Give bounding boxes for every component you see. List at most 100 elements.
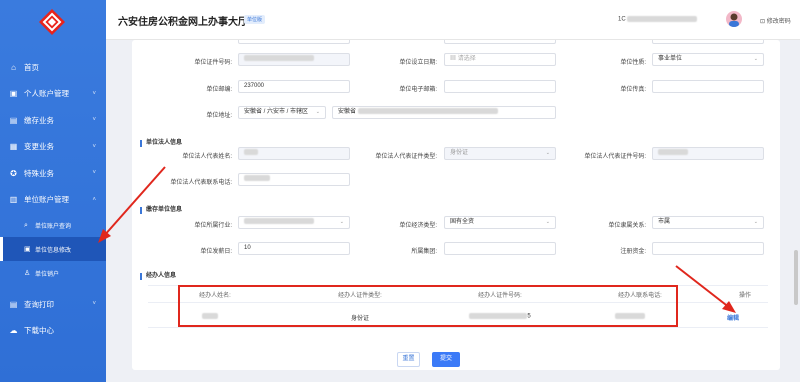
edit-link[interactable]: 编辑: [726, 313, 740, 322]
econ-type-select[interactable]: 国有全资 ⌄: [444, 216, 556, 229]
sidebar-item-deposit[interactable]: ▤ 缴存业务 ˅: [0, 107, 106, 134]
redacted-value: [244, 218, 314, 225]
gear-icon: ✪: [10, 168, 17, 178]
search-icon: ⌕: [24, 221, 28, 229]
group-field[interactable]: [444, 242, 556, 255]
chevron-down-icon: ˅: [92, 117, 96, 124]
sidebar-item-unit-close[interactable]: ♙ 单位销户: [0, 261, 106, 285]
lock-icon: ⊡: [760, 19, 766, 25]
partial-field: [238, 40, 350, 44]
address-region-select[interactable]: 安徽省 / 六安市 / 市辖区 ⌄: [238, 106, 326, 119]
logo-icon: [39, 9, 65, 35]
page-title: 六安住房公积金网上办事大厅: [118, 17, 248, 28]
user-icon: ♙: [24, 269, 31, 277]
capital-field[interactable]: [652, 242, 764, 255]
fax-label: 单位传真:: [620, 87, 646, 93]
chevron-down-icon: ˅: [92, 170, 96, 177]
industry-label: 单位所属行业:: [194, 223, 232, 229]
edit-icon: ▣: [24, 245, 31, 253]
unit-nature-select[interactable]: 事业单位 ⌄: [652, 53, 764, 66]
pay-day-field[interactable]: 10: [238, 242, 350, 255]
redacted-value: [244, 175, 270, 182]
affiliation-label: 单位隶属关系:: [608, 223, 646, 229]
chevron-down-icon: ⌄: [545, 150, 550, 156]
chevron-down-icon: ⌄: [753, 56, 758, 62]
fax-field[interactable]: [652, 80, 764, 93]
legal-phone-field[interactable]: [238, 173, 350, 186]
legal-cert-type-label: 单位法人代表证件类型:: [375, 154, 437, 160]
sidebar-item-personal-account[interactable]: ▣ 个人账户管理 ˅: [0, 81, 106, 108]
legal-cert-no-field[interactable]: [652, 147, 764, 160]
change-password-link[interactable]: ⊡ 修改密码: [760, 16, 791, 25]
setup-date-label: 单位设立日期:: [399, 60, 437, 66]
chevron-down-icon: ⌄: [753, 219, 758, 225]
redacted-user-id: [627, 16, 698, 22]
group-label: 所属集团:: [411, 249, 437, 255]
chevron-down-icon: ˅: [92, 143, 96, 150]
setup-date-field[interactable]: ▦ 请选择: [444, 53, 556, 66]
sidebar-item-unit-query[interactable]: ⌕ 单位账户查询: [0, 213, 106, 237]
legal-cert-no-label: 单位法人代表证件号码:: [584, 154, 646, 160]
email-label: 单位电子邮箱:: [399, 87, 437, 93]
section-title-legal: 单位法人信息: [140, 140, 182, 147]
industry-select[interactable]: ⌄: [238, 216, 350, 229]
chevron-down-icon: ˅: [92, 301, 96, 308]
sidebar-item-download[interactable]: ☁ 下载中心: [0, 318, 106, 345]
partial-field: [444, 40, 556, 44]
chevron-down-icon: ⌄: [315, 109, 320, 115]
address-detail-field[interactable]: 安徽省: [332, 106, 556, 119]
home-icon: ⌂: [11, 62, 16, 72]
redacted-value: [244, 55, 314, 62]
submit-button[interactable]: 提交: [432, 352, 460, 367]
sidebar-item-unit-edit[interactable]: ▣ 单位信息修改: [0, 237, 106, 261]
chevron-up-icon: ˄: [92, 196, 96, 203]
unit-nature-label: 单位性质:: [620, 60, 646, 66]
sidebar-item-change[interactable]: ▦ 变更业务 ˅: [0, 134, 106, 161]
partial-field: [652, 40, 764, 44]
header: 六安住房公积金网上办事大厅 单位版 1C ⊡ 修改密码: [106, 0, 800, 40]
sidebar-item-home[interactable]: ⌂ 首页: [0, 54, 106, 81]
sidebar-item-unit-account[interactable]: ▥ 单位账户管理 ˄: [0, 187, 106, 214]
avatar-icon: [729, 13, 739, 27]
redacted-value: [658, 149, 688, 156]
postcode-label: 单位邮编:: [206, 87, 232, 93]
econ-type-label: 单位经济类型:: [399, 223, 437, 229]
postcode-field[interactable]: 237000: [238, 80, 350, 93]
unit-cert-no-field[interactable]: [238, 53, 350, 66]
highlight-box: [178, 285, 678, 327]
cloud-download-icon: ☁: [9, 326, 18, 336]
sidebar-item-query-print[interactable]: ▤ 查询打印 ˅: [0, 291, 106, 318]
reset-button[interactable]: 重置: [397, 352, 420, 367]
table-divider: [148, 327, 768, 328]
section-title-deposit: 缴存单位信息: [140, 207, 182, 214]
pay-day-label: 单位发薪日:: [200, 249, 232, 255]
chevron-down-icon: ˅: [92, 90, 96, 97]
legal-cert-type-select[interactable]: 身份证 ⌄: [444, 147, 556, 160]
address-label: 单位地址:: [206, 113, 232, 119]
person-icon: ▣: [9, 89, 18, 99]
unit-cert-no-label: 单位证件号码:: [194, 60, 232, 66]
chevron-down-icon: ⌄: [545, 219, 550, 225]
capital-label: 注册资金:: [620, 249, 646, 255]
legal-name-field[interactable]: [238, 147, 350, 160]
document-icon: ▤: [9, 115, 18, 125]
affiliation-select[interactable]: 市属 ⌄: [652, 216, 764, 229]
redacted-value: [357, 108, 498, 115]
scrollbar[interactable]: [794, 250, 798, 305]
legal-phone-label: 单位法人代表联系电话:: [170, 180, 232, 186]
user-id: 1C: [618, 16, 698, 23]
legal-name-label: 单位法人代表姓名:: [182, 154, 232, 160]
section-title-handler: 经办人信息: [140, 273, 176, 280]
building-icon: ▥: [9, 195, 18, 205]
calendar-icon: ▦: [450, 56, 457, 62]
redacted-value: [244, 149, 258, 156]
sidebar: ⌂ 首页 ▣ 个人账户管理 ˅ ▤ 缴存业务 ˅ ▦ 变更业务 ˅ ✪ 特殊业务 ˅ ▥ 单位账户管…: [0, 0, 106, 382]
clipboard-icon: ▦: [9, 142, 18, 152]
printer-icon: ▤: [9, 299, 18, 309]
col-header-action: 操作: [738, 293, 751, 299]
avatar[interactable]: [726, 11, 742, 27]
email-field[interactable]: [444, 80, 556, 93]
edition-badge: 单位版: [244, 15, 266, 24]
chevron-down-icon: ⌄: [339, 219, 344, 225]
sidebar-item-special[interactable]: ✪ 特殊业务 ˅: [0, 160, 106, 187]
